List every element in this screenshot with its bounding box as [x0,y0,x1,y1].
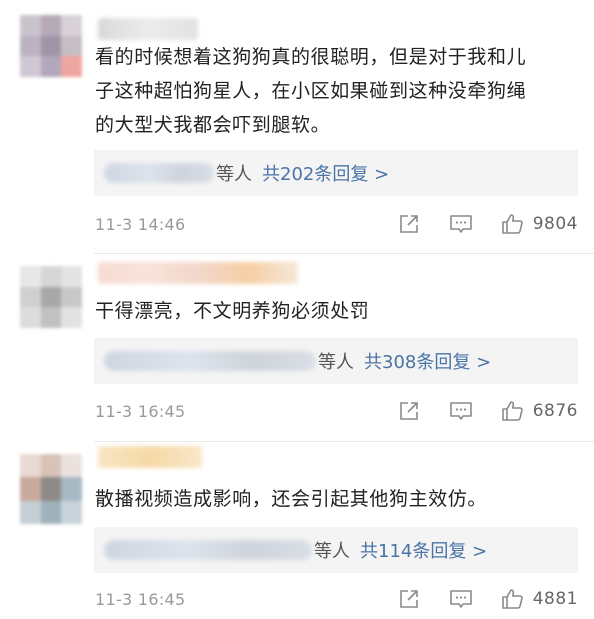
comment-text: 干得漂亮，不文明养狗必须处罚 [95,294,574,328]
share-icon[interactable] [397,212,421,236]
comment-actions: 4881 [397,587,578,611]
comment-actions: 9804 [397,212,578,236]
share-icon[interactable] [397,587,421,611]
comment-icon[interactable] [449,212,473,236]
reply-suffix: 等人 [216,164,252,185]
like-button[interactable]: 6876 [501,399,578,423]
timestamp: 11-3 14:46 [95,214,186,234]
reply-usernames [104,351,316,371]
reply-count-link[interactable]: 共114条回复 > [360,537,487,563]
thumbs-up-icon[interactable] [501,212,525,236]
thumbs-up-icon[interactable] [501,587,525,611]
reply-suffix: 等人 [314,541,350,562]
reply-usernames [104,540,312,560]
reply-summary[interactable]: 等人 共202条回复 > [94,150,578,196]
avatar[interactable] [20,15,82,77]
like-count: 9804 [532,214,578,234]
timestamp: 11-3 16:45 [95,589,186,609]
comment-meta: 11-3 14:46 9804 [95,211,578,237]
comment-text-line: 干得漂亮，不文明养狗必须处罚 [95,300,370,322]
comment-feed: 看的时候想着这狗狗真的很聪明，但是对于我和儿 子这种超怕狗星人，在小区如果碰到这… [0,0,594,619]
comment-item: 散播视频造成影响，还会引起其他狗主效仿。 等人 共114条回复 > 11-3 1… [0,442,594,619]
comment-text-line: 子这种超怕狗星人，在小区如果碰到这种没牵狗绳 [95,80,527,102]
comment-text: 看的时候想着这狗狗真的很聪明，但是对于我和儿 子这种超怕狗星人，在小区如果碰到这… [95,40,574,142]
username[interactable] [98,446,202,468]
comment-actions: 6876 [397,399,578,423]
timestamp: 11-3 16:45 [95,401,186,421]
like-count: 4881 [532,589,578,609]
comment-text-line: 看的时候想着这狗狗真的很聪明，但是对于我和儿 [95,46,527,68]
thumbs-up-icon[interactable] [501,399,525,423]
comment-text: 散播视频造成影响，还会引起其他狗主效仿。 [95,482,574,516]
comment-item: 看的时候想着这狗狗真的很聪明，但是对于我和儿 子这种超怕狗星人，在小区如果碰到这… [0,0,594,254]
avatar[interactable] [20,454,82,524]
avatar[interactable] [20,266,82,328]
username[interactable] [98,18,198,40]
share-icon[interactable] [397,399,421,423]
reply-count-link[interactable]: 共308条回复 > [364,348,491,374]
comment-text-line: 的大型犬我都会吓到腿软。 [95,114,331,136]
username[interactable] [98,262,298,284]
comment-item: 干得漂亮，不文明养狗必须处罚 等人 共308条回复 > 11-3 16:45 6… [0,254,594,442]
like-button[interactable]: 9804 [501,212,578,236]
like-button[interactable]: 4881 [501,587,578,611]
like-count: 6876 [532,401,578,421]
reply-count-link[interactable]: 共202条回复 > [262,160,389,186]
comment-icon[interactable] [449,399,473,423]
comment-meta: 11-3 16:45 4881 [95,586,578,612]
reply-usernames [104,163,214,183]
comment-text-line: 散播视频造成影响，还会引起其他狗主效仿。 [95,488,488,510]
comment-icon[interactable] [449,587,473,611]
reply-summary[interactable]: 等人 共308条回复 > [94,338,578,384]
reply-suffix: 等人 [318,352,354,373]
comment-meta: 11-3 16:45 6876 [95,398,578,424]
reply-summary[interactable]: 等人 共114条回复 > [94,527,578,573]
